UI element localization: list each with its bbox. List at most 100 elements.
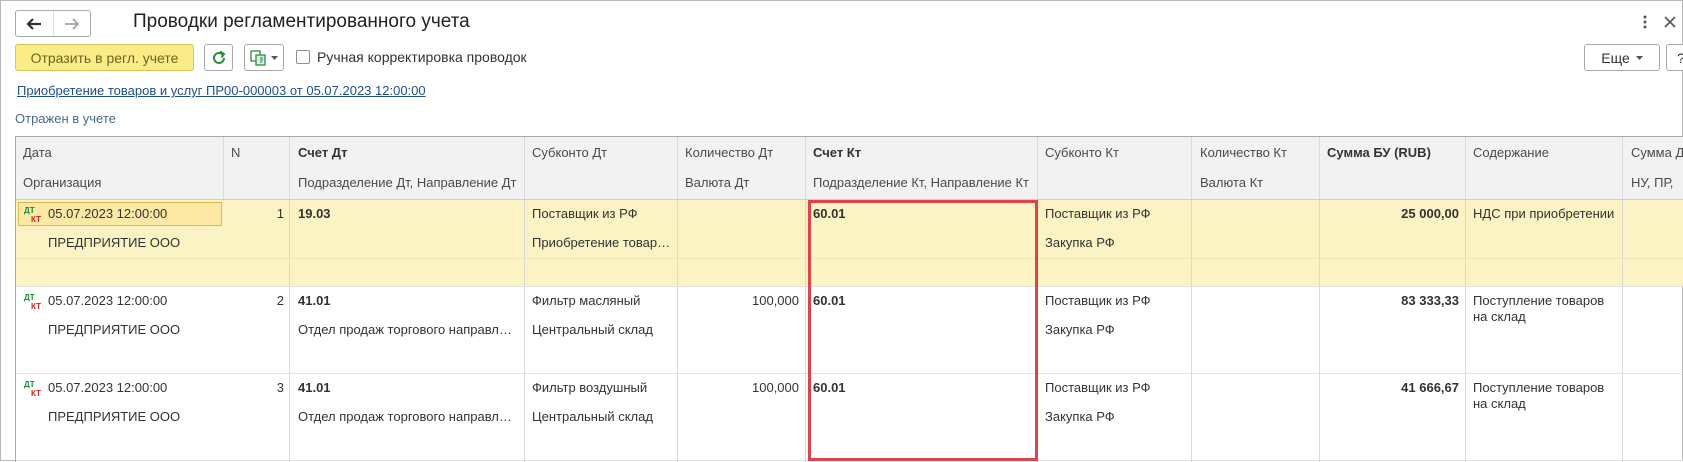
header-account-kt[interactable]: Счет Кт <box>813 145 861 160</box>
cell-sum-bu[interactable]: 25 000,00 <box>1324 206 1459 221</box>
cell-subconto-kt-2[interactable]: Закупка РФ <box>1045 409 1185 424</box>
header-organization[interactable]: Организация <box>23 175 101 190</box>
header-division-kt[interactable]: Подразделение Кт, Направление Кт <box>813 175 1029 190</box>
reflect-button[interactable]: Отразить в регл. учете <box>15 44 194 71</box>
header-quantity-kt[interactable]: Количество Кт <box>1200 145 1287 160</box>
cell-organization[interactable]: ПРЕДПРИЯТИЕ ООО <box>48 322 278 337</box>
col-divider <box>677 137 678 199</box>
cell-subconto-dt-2[interactable]: Центральный склад <box>532 409 672 424</box>
cell-subconto-dt-1[interactable]: Фильтр масляный <box>532 293 672 308</box>
dt-kt-icon: ДТ КТ <box>24 206 41 224</box>
manual-correction-checkbox[interactable] <box>296 50 310 64</box>
cell-account-kt[interactable]: 60.01 <box>813 293 1028 308</box>
cell-date[interactable]: 05.07.2023 12:00:00 <box>48 293 218 308</box>
nav-group <box>15 10 91 37</box>
chevron-down-icon <box>271 55 278 60</box>
copy-menu-button[interactable] <box>244 44 284 71</box>
chevron-down-icon <box>1635 55 1643 60</box>
forward-button[interactable] <box>52 11 91 36</box>
header-currency-dt[interactable]: Валюта Дт <box>685 175 749 190</box>
col-divider <box>1465 200 1466 462</box>
col-divider <box>1037 137 1038 199</box>
page-title: Проводки регламентированного учета <box>133 11 470 32</box>
dt-kt-icon: ДТ КТ <box>24 380 41 398</box>
header-content[interactable]: Содержание <box>1473 145 1549 160</box>
cell-subconto-kt-1[interactable]: Поставщик из РФ <box>1045 293 1185 308</box>
cell-subconto-kt-1[interactable]: Поставщик из РФ <box>1045 206 1185 221</box>
cell-sum-bu[interactable]: 83 333,33 <box>1324 293 1459 308</box>
cell-subconto-dt-2[interactable]: Центральный склад <box>532 322 672 337</box>
col-divider <box>289 137 290 199</box>
cell-account-dt[interactable]: 41.01 <box>298 380 518 395</box>
header-division-dt[interactable]: Подразделение Дт, Направление Дт <box>298 175 516 190</box>
header-subconto-dt[interactable]: Субконто Дт <box>532 145 607 160</box>
cell-subconto-kt-2[interactable]: Закупка РФ <box>1045 235 1185 250</box>
cell-account-kt[interactable]: 60.01 <box>813 206 1028 221</box>
cell-date[interactable]: 05.07.2023 12:00:00 <box>48 380 218 395</box>
cell-organization[interactable]: ПРЕДПРИЯТИЕ ООО <box>48 235 278 250</box>
col-divider <box>1191 137 1192 199</box>
table-row[interactable]: ДТ КТ 05.07.2023 12:00:00 ПРЕДПРИЯТИЕ ООО… <box>16 374 1683 461</box>
col-divider <box>524 137 525 199</box>
col-divider <box>805 200 806 462</box>
col-divider <box>1319 137 1320 199</box>
col-divider <box>805 137 806 199</box>
row-subdivider <box>16 258 1683 259</box>
cell-n[interactable]: 2 <box>228 293 284 308</box>
arrow-right-icon <box>64 17 80 30</box>
cell-quantity-dt[interactable]: 100,000 <box>682 293 799 308</box>
copy-icon <box>250 49 266 66</box>
cell-subconto-dt-1[interactable]: Поставщик из РФ <box>532 206 672 221</box>
cell-division-dt[interactable]: Отдел продаж торгового направления <box>298 322 518 337</box>
cell-quantity-dt[interactable]: 100,000 <box>682 380 799 395</box>
col-divider <box>524 200 525 462</box>
header-quantity-dt[interactable]: Количество Дт <box>685 145 773 160</box>
header-currency-kt[interactable]: Валюта Кт <box>1200 175 1263 190</box>
more-button[interactable]: Еще <box>1584 44 1660 71</box>
document-link[interactable]: Приобретение товаров и услуг ПР00-000003… <box>17 83 426 98</box>
cell-content[interactable]: Поступление товаров на склад <box>1473 293 1613 327</box>
cell-account-dt[interactable]: 41.01 <box>298 293 518 308</box>
table-row[interactable]: ДТ КТ 05.07.2023 12:00:00 ПРЕДПРИЯТИЕ ООО… <box>16 200 1683 287</box>
col-divider <box>1037 200 1038 462</box>
posting-status: Отражен в учете <box>15 111 116 126</box>
cell-sum-bu[interactable]: 41 666,67 <box>1324 380 1459 395</box>
col-divider <box>677 200 678 462</box>
cell-subconto-kt-1[interactable]: Поставщик из РФ <box>1045 380 1185 395</box>
cell-subconto-dt-1[interactable]: Фильтр воздушный <box>532 380 672 395</box>
back-button[interactable] <box>16 11 53 36</box>
col-divider <box>1622 137 1623 199</box>
header-sum-bu[interactable]: Сумма БУ (RUB) <box>1327 145 1431 160</box>
cell-n[interactable]: 1 <box>228 206 284 221</box>
cell-account-dt[interactable]: 19.03 <box>298 206 518 221</box>
cell-content[interactable]: НДС при приобретении <box>1473 206 1619 221</box>
postings-table: Дата N Счет Дт Субконто Дт Количество Дт… <box>15 136 1683 462</box>
close-icon[interactable] <box>1660 12 1680 32</box>
dt-kt-icon: ДТ КТ <box>24 293 41 311</box>
cell-division-dt[interactable]: Отдел продаж торгового направления <box>298 409 518 424</box>
col-divider <box>1191 200 1192 462</box>
table-header: Дата N Счет Дт Субконто Дт Количество Дт… <box>16 137 1683 200</box>
cell-content[interactable]: Поступление товаров на склад <box>1473 380 1613 414</box>
arrow-left-icon <box>26 17 42 30</box>
col-divider <box>223 137 224 199</box>
refresh-button[interactable] <box>204 44 233 71</box>
cell-account-kt[interactable]: 60.01 <box>813 380 1028 395</box>
header-subconto-kt[interactable]: Субконто Кт <box>1045 145 1119 160</box>
cell-subconto-dt-2[interactable]: Приобретение товаров и услуг ПР00-000003 <box>532 235 672 250</box>
header-n[interactable]: N <box>231 145 240 160</box>
header-account-dt[interactable]: Счет Дт <box>298 145 347 160</box>
cell-n[interactable]: 3 <box>228 380 284 395</box>
cell-organization[interactable]: ПРЕДПРИЯТИЕ ООО <box>48 409 278 424</box>
header-date[interactable]: Дата <box>23 145 52 160</box>
kebab-menu-icon[interactable] <box>1637 12 1653 32</box>
col-divider <box>1319 200 1320 462</box>
header-nu-pr[interactable]: НУ, ПР, <box>1631 175 1673 190</box>
more-label: Еще <box>1601 49 1630 66</box>
cell-subconto-kt-2[interactable]: Закупка РФ <box>1045 322 1185 337</box>
col-divider <box>289 200 290 462</box>
header-sum-nu[interactable]: Сумма Д <box>1631 145 1683 160</box>
help-button[interactable]: ? <box>1666 44 1683 71</box>
cell-date[interactable]: 05.07.2023 12:00:00 <box>48 206 218 221</box>
table-row[interactable]: ДТ КТ 05.07.2023 12:00:00 ПРЕДПРИЯТИЕ ООО… <box>16 287 1683 374</box>
